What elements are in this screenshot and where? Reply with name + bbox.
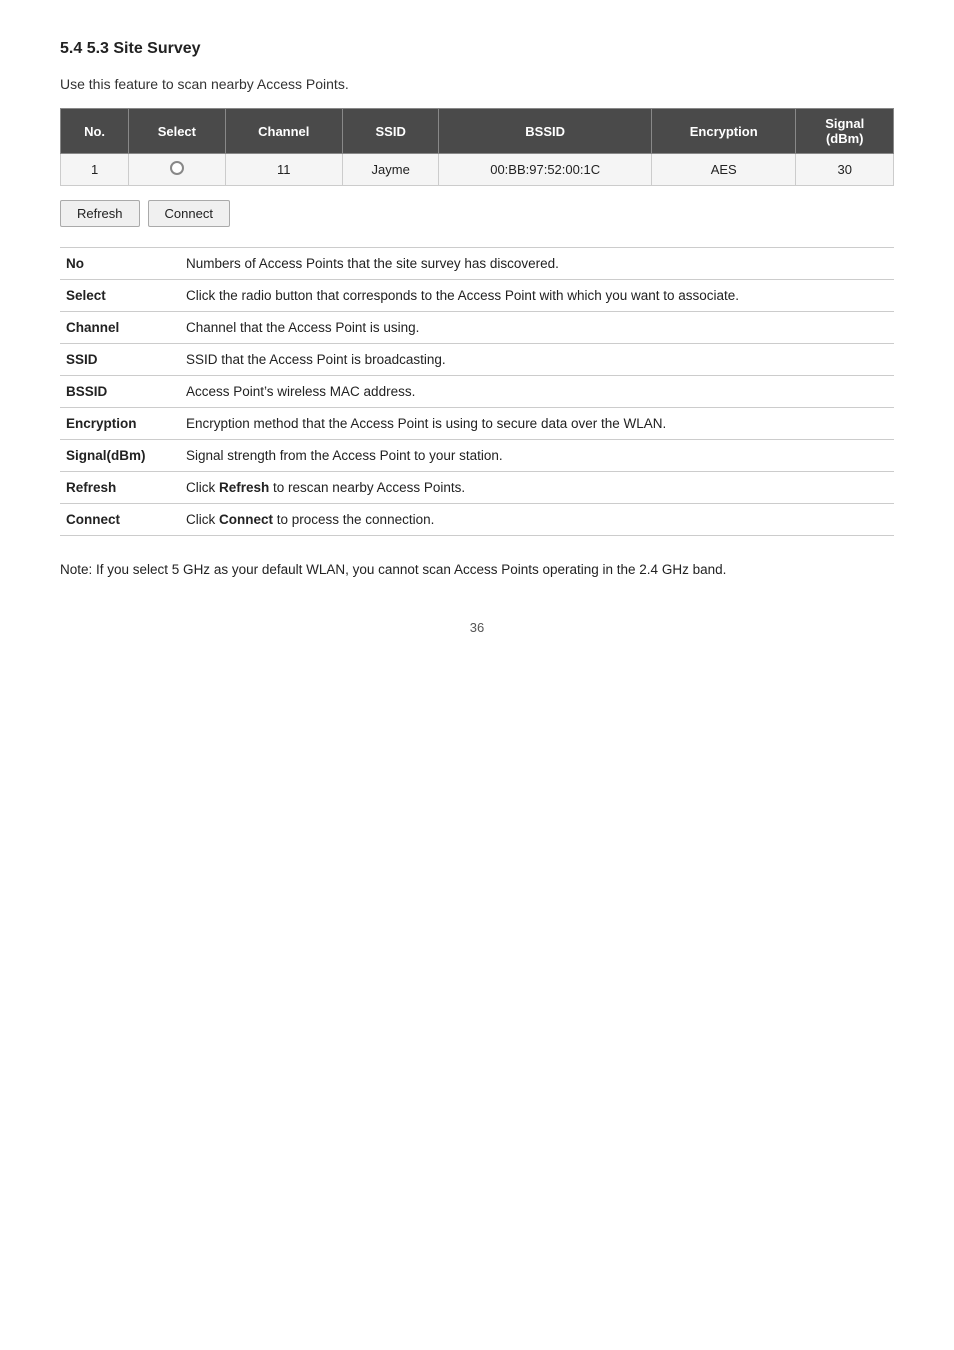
cell-no: 1: [61, 154, 129, 186]
desc-row: ConnectClick Connect to process the conn…: [60, 504, 894, 536]
desc-definition: Click Refresh to rescan nearby Access Po…: [180, 472, 894, 504]
desc-definition: Encryption method that the Access Point …: [180, 408, 894, 440]
col-header-signal: Signal(dBm): [796, 109, 894, 154]
desc-term: Signal(dBm): [60, 440, 180, 472]
desc-term: Channel: [60, 312, 180, 344]
desc-term: No: [60, 248, 180, 280]
desc-definition: Click the radio button that corresponds …: [180, 280, 894, 312]
desc-row: BSSIDAccess Point’s wireless MAC address…: [60, 376, 894, 408]
note-text: Note: If you select 5 GHz as your defaul…: [60, 560, 894, 580]
cell-ssid: Jayme: [343, 154, 439, 186]
col-header-no: No.: [61, 109, 129, 154]
desc-term: BSSID: [60, 376, 180, 408]
survey-table: No. Select Channel SSID BSSID Encryption…: [60, 108, 894, 186]
desc-definition: Click Connect to process the connection.: [180, 504, 894, 536]
desc-term: Refresh: [60, 472, 180, 504]
desc-definition: Signal strength from the Access Point to…: [180, 440, 894, 472]
cell-encryption: AES: [651, 154, 795, 186]
col-header-ssid: SSID: [343, 109, 439, 154]
cell-signal: 30: [796, 154, 894, 186]
cell-select[interactable]: [129, 154, 225, 186]
col-header-channel: Channel: [225, 109, 342, 154]
desc-definition: Access Point’s wireless MAC address.: [180, 376, 894, 408]
desc-definition: SSID that the Access Point is broadcasti…: [180, 344, 894, 376]
col-header-select: Select: [129, 109, 225, 154]
connect-button[interactable]: Connect: [148, 200, 230, 227]
refresh-button[interactable]: Refresh: [60, 200, 140, 227]
intro-text: Use this feature to scan nearby Access P…: [60, 76, 894, 92]
desc-term: Encryption: [60, 408, 180, 440]
desc-term: SSID: [60, 344, 180, 376]
desc-row: RefreshClick Refresh to rescan nearby Ac…: [60, 472, 894, 504]
desc-term: Select: [60, 280, 180, 312]
col-header-bssid: BSSID: [439, 109, 652, 154]
desc-row: ChannelChannel that the Access Point is …: [60, 312, 894, 344]
description-table: NoNumbers of Access Points that the site…: [60, 247, 894, 536]
desc-definition: Numbers of Access Points that the site s…: [180, 248, 894, 280]
desc-row: EncryptionEncryption method that the Acc…: [60, 408, 894, 440]
desc-row: Signal(dBm)Signal strength from the Acce…: [60, 440, 894, 472]
cell-channel: 11: [225, 154, 342, 186]
desc-row: SelectClick the radio button that corres…: [60, 280, 894, 312]
page-number: 36: [60, 620, 894, 635]
desc-row: SSIDSSID that the Access Point is broadc…: [60, 344, 894, 376]
radio-button[interactable]: [170, 161, 184, 175]
cell-bssid: 00:BB:97:52:00:1C: [439, 154, 652, 186]
col-header-encryption: Encryption: [651, 109, 795, 154]
button-row: Refresh Connect: [60, 200, 894, 227]
desc-definition: Channel that the Access Point is using.: [180, 312, 894, 344]
desc-term: Connect: [60, 504, 180, 536]
page-title: 5.4 5.3 Site Survey: [60, 40, 894, 58]
table-row: 1 11 Jayme 00:BB:97:52:00:1C AES 30: [61, 154, 894, 186]
desc-row: NoNumbers of Access Points that the site…: [60, 248, 894, 280]
